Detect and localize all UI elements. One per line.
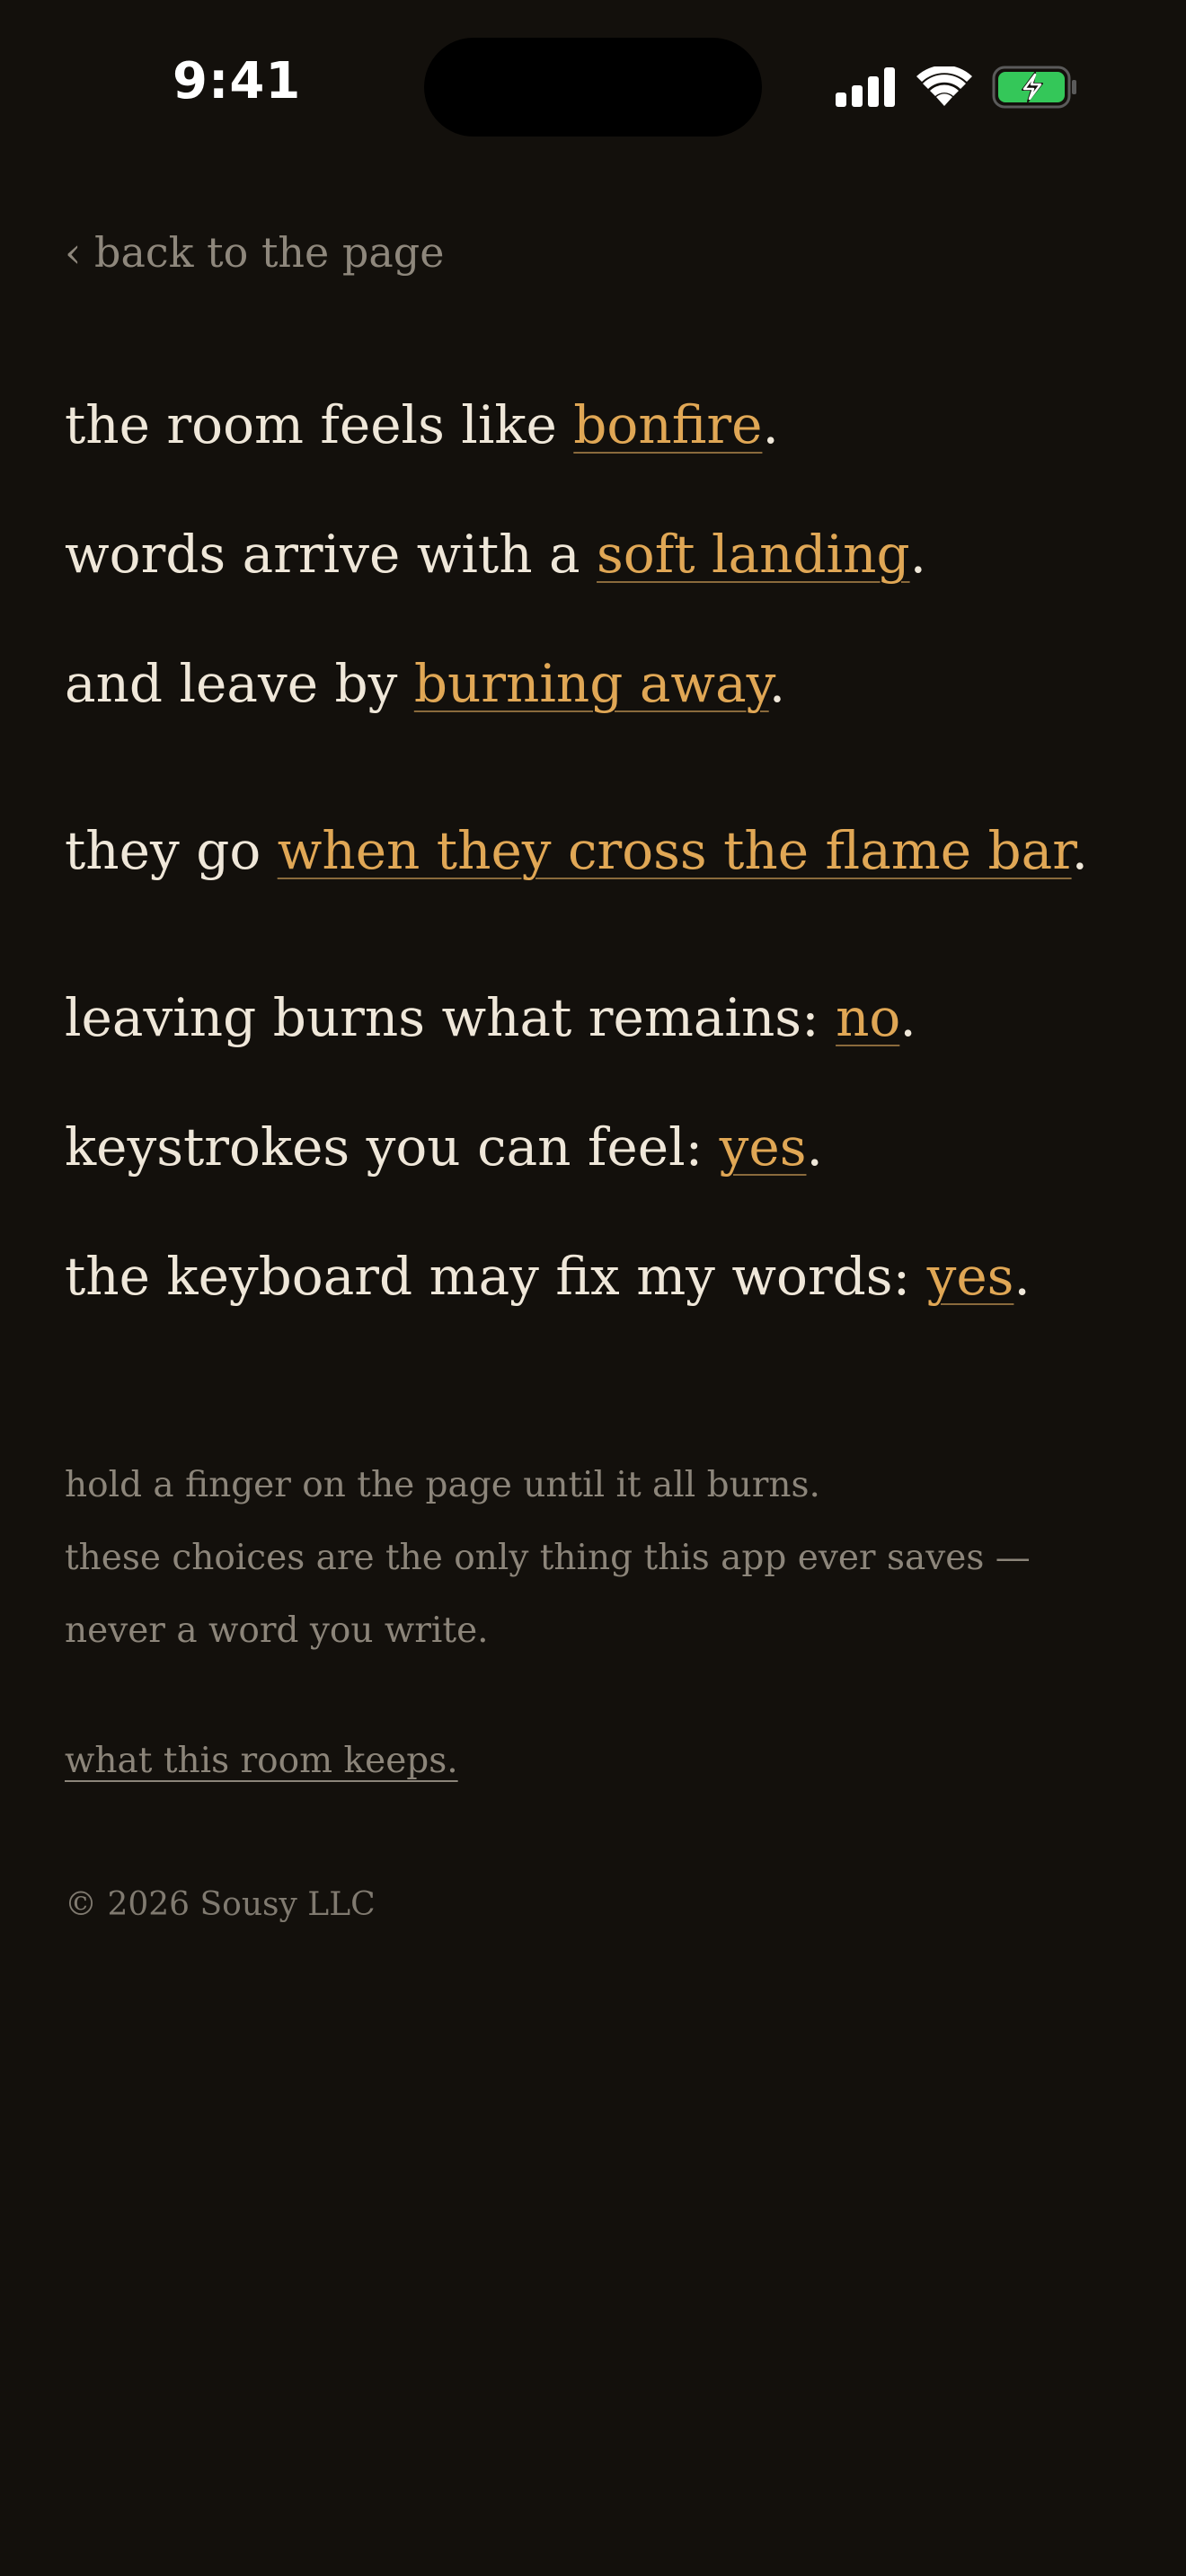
room-setting-suffix: . [762,394,779,455]
go-setting: they go when they cross the flame bar. [65,825,1088,877]
remains-setting: leaving burns what remains: no. [65,992,916,1044]
remains-setting-prefix: leaving burns what remains: [65,987,836,1048]
back-to-page-link[interactable]: ‹ back to the page [65,228,444,277]
saved-choices-note: these choices are the only thing this ap… [65,1538,1031,1578]
what-room-keeps-link[interactable]: what this room keeps. [65,1741,458,1781]
status-icons [836,63,1078,111]
room-setting-prefix: the room feels like [65,394,574,455]
autocorrect-setting: the keyboard may fix my words: yes. [65,1250,1031,1302]
autocorrect-setting-suffix: . [1013,1246,1031,1307]
leave-setting-suffix: . [768,653,786,714]
room-choice[interactable]: bonfire [573,394,762,455]
keystrokes-setting-prefix: keystrokes you can feel: [65,1116,720,1178]
room-setting: the room feels like bonfire. [65,399,779,451]
remains-setting-suffix: . [899,987,916,1048]
wifi-icon [916,66,972,108]
go-setting-prefix: they go [65,820,278,881]
cellular-signal-icon [836,67,897,107]
hold-to-burn-note: hold a finger on the page until it all b… [65,1465,820,1505]
go-setting-suffix: . [1071,820,1089,881]
leave-choice[interactable]: burning away [414,653,769,714]
autocorrect-choice[interactable]: yes [927,1246,1014,1307]
leave-setting: and leave by burning away. [65,657,785,710]
battery-charging-icon [992,66,1078,109]
remains-choice[interactable]: no [836,987,899,1048]
keystrokes-setting-suffix: . [806,1116,823,1178]
keystrokes-choice[interactable]: yes [720,1116,807,1178]
never-saved-note: never a word you write. [65,1610,489,1651]
arrive-setting-suffix: . [909,524,927,585]
keystrokes-setting: keystrokes you can feel: yes. [65,1121,823,1173]
dynamic-island [424,38,762,137]
autocorrect-setting-prefix: the keyboard may fix my words: [65,1246,927,1307]
arrive-setting: words arrive with a soft landing. [65,528,926,580]
leave-setting-prefix: and leave by [65,653,414,714]
status-bar: 9:41 [0,0,1186,171]
copyright: © 2026 Sousy LLC [65,1886,376,1923]
status-time: 9:41 [173,52,302,110]
go-choice[interactable]: when they cross the flame bar [278,820,1072,881]
arrive-choice[interactable]: soft landing [597,524,910,585]
arrive-setting-prefix: words arrive with a [65,524,597,585]
